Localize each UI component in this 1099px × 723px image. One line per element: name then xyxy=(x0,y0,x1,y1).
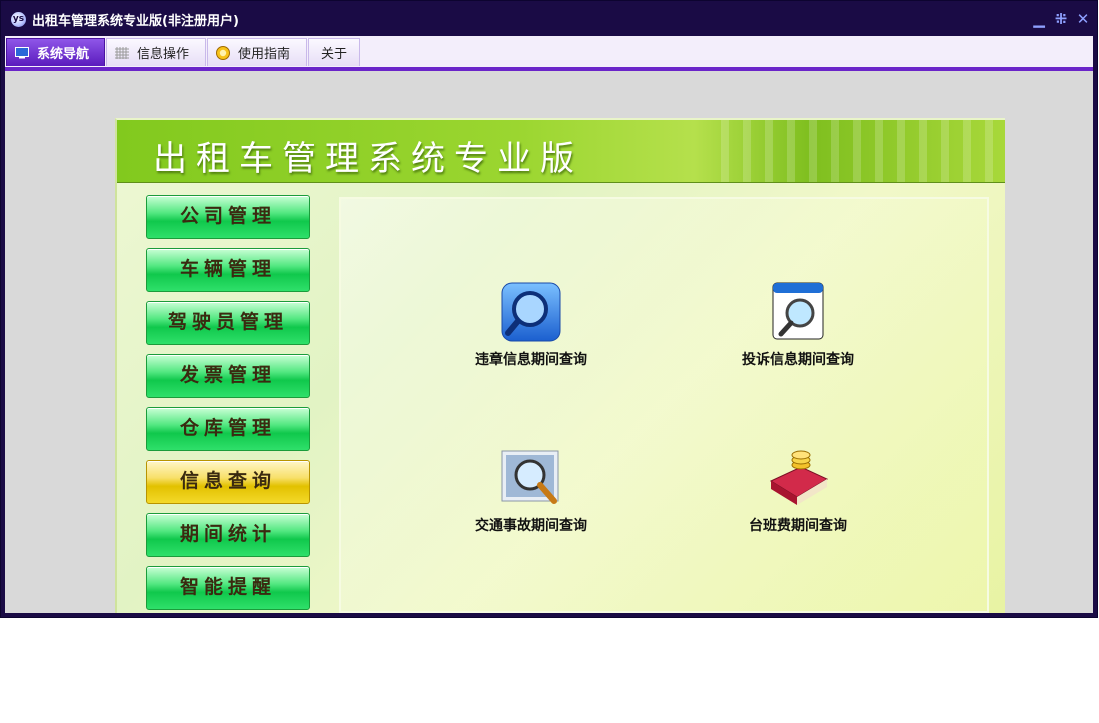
tab-label: 信息操作 xyxy=(137,47,190,62)
app-logo-icon: ys xyxy=(11,12,26,27)
magnifier-blue-icon xyxy=(501,282,561,342)
tab-info-operation[interactable]: 信息操作 xyxy=(106,38,206,66)
monitor-icon xyxy=(15,46,29,58)
restore-icon[interactable]: ⁜ xyxy=(1052,10,1070,28)
title-bar[interactable]: ys 出租车管理系统专业版(非注册用户) ▁ ⁜ ✕ xyxy=(1,1,1097,36)
tab-user-guide[interactable]: 使用指南 xyxy=(207,38,307,66)
navigation-panel: 出租车管理系统专业版 公司管理 车辆管理 驾驶员管理 发票管理 仓库管理 信息查… xyxy=(115,118,1005,613)
minimize-icon[interactable]: ▁ xyxy=(1030,10,1048,28)
nav-warehouse-management[interactable]: 仓库管理 xyxy=(146,407,310,451)
banner: 出租车管理系统专业版 xyxy=(117,120,1005,183)
magnifier-window-icon xyxy=(772,282,824,340)
nav-info-query[interactable]: 信息查询 xyxy=(146,460,310,504)
query-shift-fee-period[interactable]: 台班费期间查询 xyxy=(708,447,888,535)
tab-label: 使用指南 xyxy=(238,47,291,62)
close-icon[interactable]: ✕ xyxy=(1074,10,1092,28)
banner-decoration xyxy=(707,120,1005,182)
query-label: 违章信息期间查询 xyxy=(475,352,587,368)
magnifier-photo-icon xyxy=(501,450,559,504)
query-violation-period[interactable]: 违章信息期间查询 xyxy=(441,281,621,369)
app-window: ys 出租车管理系统专业版(非注册用户) ▁ ⁜ ✕ 系统导航 信息操作 使用指… xyxy=(0,0,1098,618)
nav-period-statistics[interactable]: 期间统计 xyxy=(146,513,310,557)
window-title: 出租车管理系统专业版(非注册用户) xyxy=(32,14,239,29)
nav-company-management[interactable]: 公司管理 xyxy=(146,195,310,239)
query-complaint-period[interactable]: 投诉信息期间查询 xyxy=(708,281,888,369)
tab-label: 系统导航 xyxy=(37,47,90,62)
menu-bar: 系统导航 信息操作 使用指南 关于 xyxy=(5,36,1093,67)
tab-about[interactable]: 关于 xyxy=(308,38,360,66)
query-label: 台班费期间查询 xyxy=(749,518,847,534)
grid-icon xyxy=(115,46,129,59)
query-label: 投诉信息期间查询 xyxy=(742,352,854,368)
coins-book-icon xyxy=(769,450,829,505)
query-content-area: 违章信息期间查询 投诉信息期间查询 交通事故期间查询 台班费期间查询 xyxy=(339,197,989,613)
nav-vehicle-management[interactable]: 车辆管理 xyxy=(146,248,310,292)
client-area: 出租车管理系统专业版 公司管理 车辆管理 驾驶员管理 发票管理 仓库管理 信息查… xyxy=(5,71,1093,613)
help-disc-icon xyxy=(216,45,230,60)
banner-title: 出租车管理系统专业版 xyxy=(153,139,583,179)
query-label: 交通事故期间查询 xyxy=(475,518,587,534)
nav-smart-reminder[interactable]: 智能提醒 xyxy=(146,566,310,610)
tab-system-navigation[interactable]: 系统导航 xyxy=(6,38,105,66)
nav-invoice-management[interactable]: 发票管理 xyxy=(146,354,310,398)
query-accident-period[interactable]: 交通事故期间查询 xyxy=(441,447,621,535)
nav-driver-management[interactable]: 驾驶员管理 xyxy=(146,301,310,345)
tab-label: 关于 xyxy=(321,47,348,62)
